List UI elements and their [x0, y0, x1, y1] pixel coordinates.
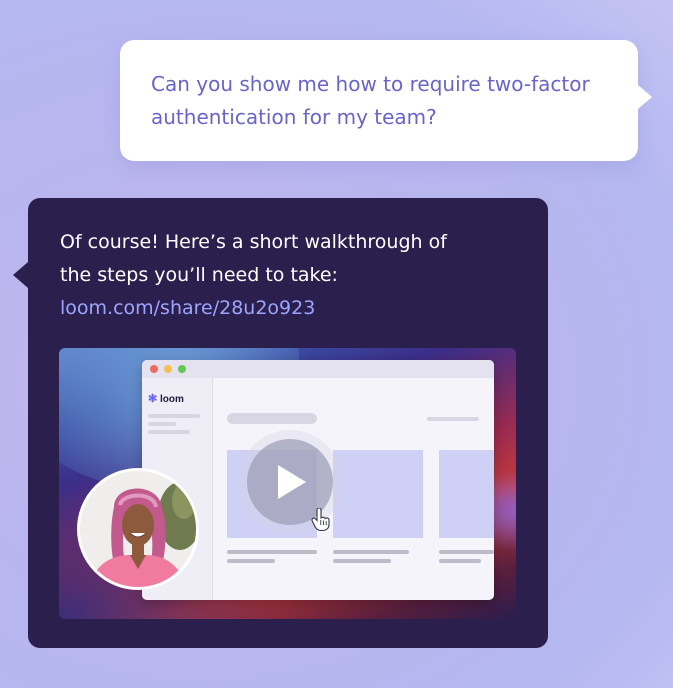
- tile-caption-line: [333, 559, 391, 563]
- user-message-bubble: Can you show me how to require two-facto…: [120, 40, 638, 161]
- loom-logo: ✻ loom: [148, 392, 184, 405]
- video-preview[interactable]: ✻ loom: [59, 348, 516, 619]
- browser-window: ✻ loom: [142, 360, 494, 600]
- video-tile: [333, 450, 423, 538]
- play-icon[interactable]: [278, 465, 306, 499]
- presenter-portrait: [80, 471, 196, 587]
- assistant-bubble-tail: [13, 262, 28, 288]
- user-message-line-2: authentication for my team?: [151, 105, 437, 129]
- user-message-text: Can you show me how to require two-facto…: [151, 68, 608, 134]
- assistant-message-line-2: the steps you’ll need to take:: [60, 264, 338, 286]
- sidebar-placeholder-line: [148, 414, 200, 418]
- tile-caption-line: [227, 559, 275, 563]
- assistant-message-bubble: Of course! Here’s a short walkthrough of…: [28, 198, 548, 648]
- loom-logo-text: loom: [160, 394, 184, 405]
- assistant-message-line-1: Of course! Here’s a short walkthrough of: [60, 231, 447, 253]
- sidebar-placeholder-line: [148, 422, 176, 426]
- close-dot-icon: [150, 365, 158, 373]
- loom-logo-icon: ✻: [148, 393, 158, 405]
- tile-caption-line: [333, 550, 409, 554]
- maximize-dot-icon: [178, 365, 186, 373]
- tile-caption-line: [439, 550, 494, 554]
- content-header-placeholder: [427, 417, 479, 421]
- assistant-message-text: Of course! Here’s a short walkthrough of…: [60, 226, 480, 292]
- user-bubble-tail: [638, 85, 652, 109]
- browser-title-bar: [142, 360, 494, 378]
- sidebar-placeholder-line: [148, 430, 190, 434]
- tile-caption-line: [227, 550, 317, 554]
- content-title-placeholder: [227, 413, 317, 424]
- video-tile: [439, 450, 494, 538]
- share-link[interactable]: loom.com/share/28u2o923: [60, 292, 516, 325]
- user-message-line-1: Can you show me how to require two-facto…: [151, 72, 590, 96]
- tile-caption-line: [439, 559, 481, 563]
- hand-pointer-icon: [311, 508, 330, 532]
- minimize-dot-icon: [164, 365, 172, 373]
- presenter-avatar: [77, 468, 199, 590]
